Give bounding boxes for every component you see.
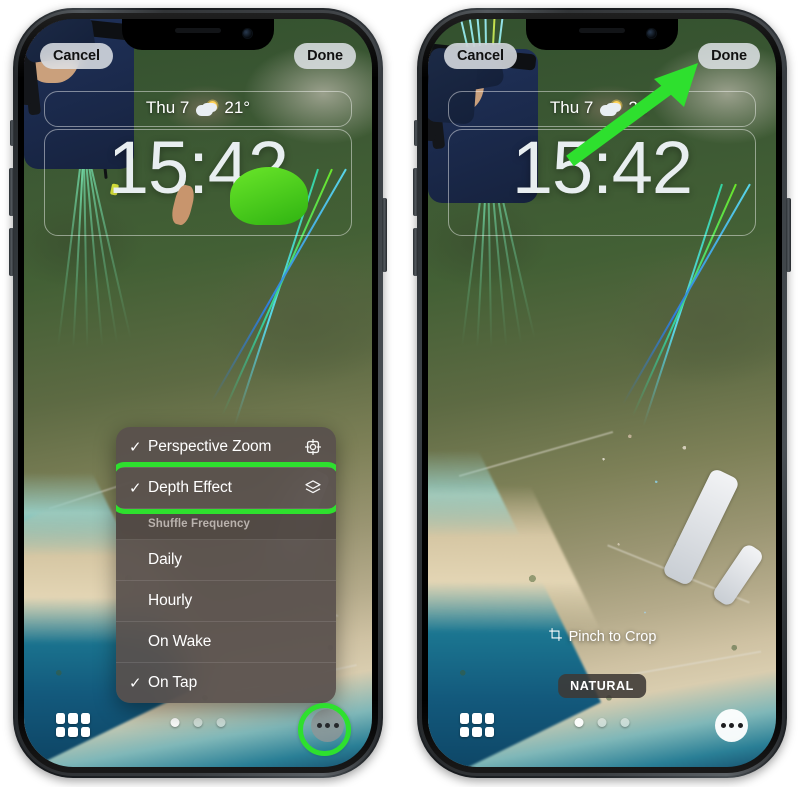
widget-grid-icon[interactable] — [460, 713, 494, 737]
volume-up-button-right[interactable] — [413, 168, 418, 216]
depth-occluder-helmet — [230, 167, 308, 225]
menu-item-on-wake[interactable]: On Wake — [116, 622, 336, 663]
selfie-stick-grip — [711, 541, 766, 608]
volume-down-button-left[interactable] — [9, 228, 14, 276]
phone-right: Cancel Done Thu 7 21° 15:42 Pinch t — [413, 8, 791, 778]
perspective-zoom-icon — [303, 437, 323, 457]
done-button-arrow-annotation — [566, 63, 698, 167]
phone-screen-left: Cancel Done Thu 7 21° 15:42 ✓ Perspectiv… — [24, 19, 372, 767]
menu-item-perspective-zoom[interactable]: ✓ Perspective Zoom — [116, 427, 336, 468]
volume-down-button-right[interactable] — [413, 228, 418, 276]
power-button-right[interactable] — [786, 198, 791, 272]
done-button[interactable]: Done — [294, 43, 356, 69]
screenshot-canvas: Cancel Done Thu 7 21° 15:42 ✓ Perspectiv… — [0, 0, 800, 787]
page-dots-right[interactable] — [574, 718, 630, 727]
date-label: Thu 7 — [145, 98, 190, 117]
editor-bottombar-right — [428, 709, 776, 749]
checkmark-icon: ✓ — [129, 439, 142, 456]
menu-section-header: Shuffle Frequency — [116, 509, 336, 540]
more-options-button[interactable] — [715, 709, 748, 742]
earpiece-speaker-icon — [175, 28, 221, 33]
style-badge[interactable]: NATURAL — [558, 674, 646, 698]
page-dot[interactable] — [597, 718, 607, 727]
wallpaper-options-menu[interactable]: ✓ Perspective Zoom ✓ Depth Effect Shuffl… — [116, 427, 336, 703]
page-dot[interactable] — [574, 718, 584, 727]
front-camera-icon — [647, 29, 656, 38]
lock-screen-clock[interactable]: 15:42 — [24, 131, 372, 205]
phone-screen-right: Cancel Done Thu 7 21° 15:42 Pinch t — [428, 19, 776, 767]
date-weather-widget[interactable]: Thu 7 21° — [44, 91, 352, 125]
crop-hint-label: Pinch to Crop — [568, 628, 657, 645]
temperature-label: 21° — [224, 98, 251, 117]
earpiece-speaker-icon — [579, 28, 625, 33]
sun-behind-cloud-icon — [196, 100, 218, 116]
silent-switch-right[interactable] — [414, 120, 418, 146]
power-button-left[interactable] — [382, 198, 387, 272]
silent-switch-left[interactable] — [10, 120, 14, 146]
menu-item-depth-effect[interactable]: ✓ Depth Effect — [116, 462, 336, 514]
menu-item-hourly[interactable]: Hourly — [116, 581, 336, 622]
notch-left — [122, 19, 274, 50]
crop-icon — [548, 627, 563, 646]
menu-item-label: On Wake — [148, 633, 212, 650]
menu-item-label: Hourly — [148, 592, 193, 609]
volume-up-button-left[interactable] — [9, 168, 14, 216]
cancel-button[interactable]: Cancel — [40, 43, 113, 69]
widget-grid-icon[interactable] — [56, 713, 90, 737]
checkmark-icon: ✓ — [129, 480, 142, 497]
menu-item-on-tap[interactable]: ✓ On Tap — [116, 663, 336, 703]
page-dot[interactable] — [170, 718, 180, 727]
page-dot[interactable] — [620, 718, 630, 727]
layers-icon — [303, 478, 323, 498]
menu-item-label: Daily — [148, 551, 182, 568]
menu-item-daily[interactable]: Daily — [116, 540, 336, 581]
checkmark-icon: ✓ — [129, 675, 142, 692]
more-button-highlight-ring — [298, 703, 351, 756]
menu-item-label: On Tap — [148, 674, 198, 691]
front-camera-icon — [243, 29, 252, 38]
phone-left: Cancel Done Thu 7 21° 15:42 ✓ Perspectiv… — [9, 8, 387, 778]
page-dot[interactable] — [193, 718, 203, 727]
pinch-to-crop-hint: Pinch to Crop — [428, 627, 776, 646]
page-dots-left[interactable] — [170, 718, 226, 727]
menu-item-label: Perspective Zoom — [148, 438, 272, 455]
menu-item-label: Depth Effect — [148, 479, 232, 496]
page-dot[interactable] — [216, 718, 226, 727]
notch-right — [526, 19, 678, 50]
cancel-button[interactable]: Cancel — [444, 43, 517, 69]
